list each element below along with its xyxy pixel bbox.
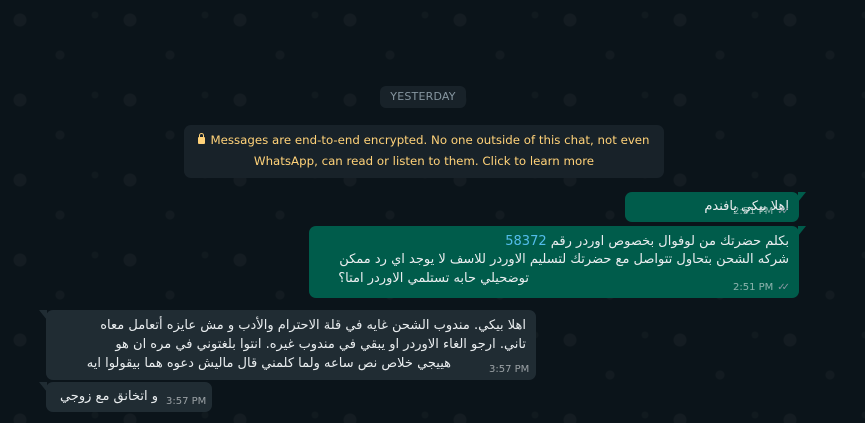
lock-icon [198,133,206,144]
message-incoming[interactable]: و اتخانق مع زوجي 3:57 PM [39,382,212,412]
message-line: اهلا بيكي. مندوب الشحن غايه في قلة الاحت… [100,318,526,333]
message-outgoing[interactable]: اهلا بيكي يافندم 2:51 PM ✓✓ [625,192,806,222]
message-line: تاني. ارجو الغاء الاوردر او يبقي في مندو… [115,337,526,352]
message-outgoing[interactable]: بكلم حضرتك من لوفوال بخصوص اوردر رقم 583… [309,226,806,298]
order-number-link[interactable]: 58372 [505,234,546,249]
message-text: بكلم حضرتك من لوفوال بخصوص اوردر رقم [550,234,789,249]
message-line: توضحيلي حابه تستلمي الاوردر امتا؟ [338,271,529,286]
message-line: شركه الشحن بتحاول تتواصل مع حضرتك لتسليم… [339,252,789,267]
message-meta: 2:51 PM ✓✓ [733,206,790,217]
message-line: بكلم حضرتك من لوفوال بخصوص اوردر رقم 583… [505,234,789,249]
message-line: هييجي خلاص نص ساعه ولما كلمني قال ماليش … [86,356,451,371]
encryption-notice[interactable]: Messages are end-to-end encrypted. No on… [184,125,664,178]
read-ticks-icon: ✓✓ [777,282,790,293]
message-time: 3:57 PM [489,364,530,375]
read-ticks-icon: ✓✓ [777,206,790,217]
encryption-notice-line2: WhatsApp, can read or listen to them. Cl… [253,154,595,168]
encryption-notice-line1: Messages are end-to-end encrypted. No on… [210,133,650,147]
message-time: 2:51 PM [733,282,774,293]
date-divider: YESTERDAY [380,86,466,108]
message-meta: 3:57 PM [489,364,529,375]
message-text: و اتخانق مع زوجي [59,389,158,404]
message-incoming[interactable]: اهلا بيكي. مندوب الشحن غايه في قلة الاحت… [39,310,536,380]
message-meta: 3:57 PM [166,396,206,407]
message-time: 3:57 PM [166,396,207,407]
message-meta: 2:51 PM ✓✓ [733,282,790,293]
message-time: 2:51 PM [733,206,774,217]
